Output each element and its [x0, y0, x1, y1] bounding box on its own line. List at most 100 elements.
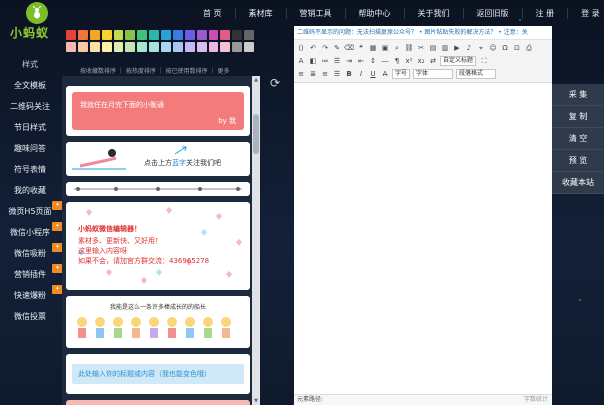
font-size-select[interactable]: 字号	[392, 69, 411, 79]
print-icon[interactable]: ⎙	[524, 43, 534, 53]
nav-home[interactable]: 首 页	[190, 8, 235, 19]
multi-image-icon[interactable]: ▥	[440, 43, 450, 53]
collect-button[interactable]: 采 集	[552, 84, 604, 106]
category-emoji[interactable]: 符号表情	[0, 159, 60, 180]
nav-material-library[interactable]: 素材库	[234, 8, 286, 19]
color-swatch[interactable]	[113, 30, 124, 40]
color-swatch[interactable]	[161, 42, 171, 52]
color-swatch[interactable]	[208, 30, 219, 40]
color-swatch[interactable]	[113, 42, 124, 52]
music-icon[interactable]: ♪	[464, 43, 474, 53]
category-full-template[interactable]: 全文模板	[0, 75, 60, 96]
category-vote[interactable]: 微信投票	[0, 306, 60, 327]
nav-marketing-tools[interactable]: 营销工具	[285, 8, 345, 19]
html-source-icon[interactable]: ⟨⟩	[296, 43, 306, 53]
category-qrcode[interactable]: 二维码关注	[0, 96, 60, 117]
indent-icon[interactable]: ⇥	[344, 56, 354, 66]
notice-ticker[interactable]: 二维码不显示的问题：无法扫描复原公众号？ • 图片粘贴失败的解决方法？ • 注意…	[294, 26, 552, 40]
fullscreen-icon[interactable]: ⛶	[479, 56, 489, 66]
template-card[interactable]: 此处输入你的标题或内容（我也能变色哦）	[66, 354, 250, 394]
clear-format-icon[interactable]: ⌫	[344, 43, 354, 53]
scroll-thumb[interactable]	[253, 114, 259, 154]
sort-tabs[interactable]: 按收藏数排序 ｜ 按热度排序 ｜ 按已使用数排序 ｜ 更多	[80, 66, 229, 75]
custom-title-select[interactable]: 自定义标题	[440, 56, 477, 66]
category-fast-fans[interactable]: 快速爆粉 ✦	[0, 285, 63, 306]
nav-help-center[interactable]: 帮助中心	[344, 8, 404, 19]
color-swatch[interactable]	[232, 42, 243, 52]
template-card[interactable]	[66, 182, 250, 196]
table-icon[interactable]: ▦	[368, 43, 378, 53]
color-swatch[interactable]	[220, 42, 231, 52]
color-swatch[interactable]	[172, 42, 183, 52]
bookmark-site-button[interactable]: 收藏本站	[552, 172, 604, 194]
select-all-icon[interactable]: ▣	[380, 43, 390, 53]
color-swatch[interactable]	[77, 30, 88, 40]
nav-about-us[interactable]: 关于我们	[403, 8, 463, 19]
align-center-icon[interactable]: ≣	[308, 69, 318, 79]
template-card[interactable]: 小蚂蚁微信编辑器！ 素材多、更新快、又好用！ 这里输入内容呀 如果不会，请加官方…	[66, 202, 250, 290]
horizontal-rule-icon[interactable]: ―	[380, 56, 390, 66]
preview-button[interactable]: 预 览	[552, 150, 604, 172]
align-right-icon[interactable]: ≡	[320, 69, 330, 79]
undo-icon[interactable]: ↶	[308, 43, 318, 53]
color-swatch[interactable]	[137, 30, 148, 40]
category-favorites[interactable]: 我的收藏	[0, 180, 60, 201]
color-swatch[interactable]	[161, 30, 171, 40]
line-height-icon[interactable]: ↕	[368, 56, 378, 66]
format-brush-icon[interactable]: ✎	[332, 43, 342, 53]
color-swatch[interactable]	[149, 42, 159, 52]
color-swatch[interactable]	[196, 42, 207, 52]
ordered-list-icon[interactable]: ≔	[320, 56, 330, 66]
color-swatch[interactable]	[232, 30, 243, 40]
color-swatch[interactable]	[244, 30, 254, 40]
image-icon[interactable]: ▤	[428, 43, 438, 53]
nav-login[interactable]: 登 录	[567, 8, 604, 19]
color-swatch[interactable]	[184, 42, 195, 52]
italic-icon[interactable]: I	[356, 69, 366, 79]
font-color-icon[interactable]: A	[296, 56, 306, 66]
site-logo[interactable]: 小蚂蚁	[10, 2, 64, 42]
color-swatch[interactable]	[184, 30, 195, 40]
category-mini-program[interactable]: 微信小程序 ✦	[0, 222, 63, 243]
subscript-icon[interactable]: x₂	[416, 56, 426, 66]
category-holiday[interactable]: 节日样式	[0, 117, 60, 138]
color-swatch[interactable]	[77, 42, 88, 52]
bold-icon[interactable]: B	[344, 69, 354, 79]
background-color-icon[interactable]: ◧	[308, 56, 318, 66]
align-left-icon[interactable]: ≡	[296, 69, 306, 79]
color-swatch[interactable]	[137, 42, 148, 52]
template-card[interactable]	[66, 400, 250, 405]
template-card[interactable]: 我能是这么一条许多棒成长的的船长	[66, 296, 250, 348]
quote-icon[interactable]: ❝	[356, 43, 366, 53]
unordered-list-icon[interactable]: ☰	[332, 56, 342, 66]
link-icon[interactable]: ⛓	[404, 43, 414, 53]
color-swatch[interactable]	[208, 42, 219, 52]
category-marketing-plugin[interactable]: 营销插件 ✦	[0, 264, 63, 285]
color-swatch[interactable]	[196, 30, 207, 40]
redo-icon[interactable]: ↷	[320, 43, 330, 53]
outdent-icon[interactable]: ⇤	[356, 56, 366, 66]
text-direction-icon[interactable]: ⇄	[428, 56, 438, 66]
category-quiz[interactable]: 趣味问答	[0, 138, 60, 159]
paragraph-format-select[interactable]: 段落格式	[456, 69, 497, 79]
emotion-icon[interactable]: ☺	[488, 43, 498, 53]
category-fans[interactable]: 微信吸粉 ✦	[0, 243, 63, 264]
video-icon[interactable]: ▶	[452, 43, 462, 53]
paragraph-spacing-icon[interactable]: ¶	[392, 56, 402, 66]
scroll-down-icon[interactable]: ▼	[253, 398, 259, 404]
nav-old-version[interactable]: 返回旧版	[462, 8, 522, 19]
unlink-icon[interactable]: ✂	[416, 43, 426, 53]
color-swatch[interactable]	[89, 30, 100, 40]
special-char-icon[interactable]: Ω	[500, 43, 510, 53]
strikethrough-icon[interactable]: A̶	[380, 69, 390, 79]
color-swatch[interactable]	[125, 42, 136, 52]
font-family-select[interactable]: 字体	[413, 69, 454, 79]
scroll-up-icon[interactable]: ▲	[253, 77, 259, 83]
color-swatch[interactable]	[220, 30, 231, 40]
color-swatch[interactable]	[149, 30, 159, 40]
color-swatch[interactable]	[172, 30, 183, 40]
color-swatch[interactable]	[66, 30, 76, 40]
underline-icon[interactable]: U	[368, 69, 378, 79]
align-justify-icon[interactable]: ☰	[332, 69, 342, 79]
color-swatch[interactable]	[89, 42, 100, 52]
